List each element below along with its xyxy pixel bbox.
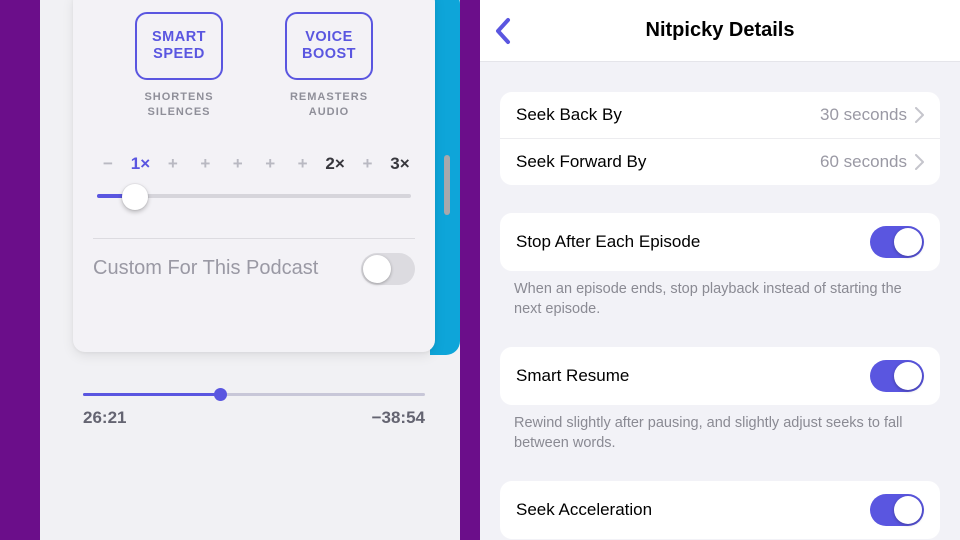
- speed-plus-2[interactable]: +: [194, 154, 216, 174]
- playback-panel: SMART SPEED SHORTENS SILENCES VOICE BOOS…: [0, 0, 480, 540]
- seek-back-row[interactable]: Seek Back By 30 seconds: [500, 92, 940, 139]
- progress-track[interactable]: [83, 393, 425, 396]
- custom-for-podcast-toggle[interactable]: [361, 253, 415, 285]
- seek-accel-label: Seek Acceleration: [516, 500, 652, 520]
- seek-forward-label: Seek Forward By: [516, 152, 646, 172]
- stop-after-section: Stop After Each Episode: [500, 213, 940, 271]
- speed-1x[interactable]: 1×: [129, 154, 151, 174]
- custom-row: Custom For This Podcast: [93, 253, 415, 285]
- voice-boost-caption: REMASTERS AUDIO: [290, 90, 368, 120]
- feature-row: SMART SPEED SHORTENS SILENCES VOICE BOOS…: [93, 12, 415, 120]
- speed-plus-3[interactable]: +: [227, 154, 249, 174]
- card-divider: [93, 238, 415, 239]
- chevron-right-icon: [915, 107, 924, 123]
- scroll-indicator[interactable]: [444, 155, 450, 215]
- seek-forward-value: 60 seconds: [820, 152, 907, 172]
- speed-slider[interactable]: [93, 176, 415, 216]
- stop-after-toggle[interactable]: [870, 226, 924, 258]
- time-remaining: −38:54: [372, 408, 425, 428]
- smart-resume-label: Smart Resume: [516, 366, 629, 386]
- settings-screen: Nitpicky Details Seek Back By 30 seconds…: [480, 0, 960, 540]
- stop-after-row: Stop After Each Episode: [500, 213, 940, 271]
- time-labels: 26:21 −38:54: [83, 408, 425, 428]
- chevron-right-icon: [915, 154, 924, 170]
- smart-resume-note: Rewind slightly after pausing, and sligh…: [514, 413, 930, 453]
- feature-smart-speed: SMART SPEED SHORTENS SILENCES: [124, 12, 234, 120]
- voice-boost-button[interactable]: VOICE BOOST: [285, 12, 373, 80]
- nav-bar: Nitpicky Details: [480, 0, 960, 62]
- page-title: Nitpicky Details: [646, 19, 795, 42]
- speed-plus-4[interactable]: +: [259, 154, 281, 174]
- time-elapsed: 26:21: [83, 408, 126, 428]
- speed-plus-1[interactable]: +: [162, 154, 184, 174]
- progress-fill: [83, 393, 220, 396]
- seek-accel-section: Seek Acceleration: [500, 481, 940, 539]
- custom-for-podcast-label: Custom For This Podcast: [93, 257, 318, 280]
- smart-speed-caption: SHORTENS SILENCES: [144, 90, 213, 120]
- left-surface: SMART SPEED SHORTENS SILENCES VOICE BOOS…: [40, 0, 460, 540]
- stop-after-label: Stop After Each Episode: [516, 232, 700, 252]
- speed-plus-5[interactable]: +: [292, 154, 314, 174]
- back-button[interactable]: [494, 17, 512, 45]
- speed-marks: − 1× + + + + + 2× + 3×: [93, 154, 415, 174]
- progress-area: 26:21 −38:54: [83, 393, 425, 428]
- speed-3x[interactable]: 3×: [389, 154, 411, 174]
- playback-card: SMART SPEED SHORTENS SILENCES VOICE BOOS…: [73, 0, 435, 352]
- seek-accel-row: Seek Acceleration: [500, 481, 940, 539]
- seek-back-label: Seek Back By: [516, 105, 622, 125]
- progress-knob[interactable]: [214, 388, 227, 401]
- seek-section: Seek Back By 30 seconds Seek Forward By …: [500, 92, 940, 185]
- smart-resume-section: Smart Resume: [500, 347, 940, 405]
- seek-back-value: 30 seconds: [820, 105, 907, 125]
- feature-voice-boost: VOICE BOOST REMASTERS AUDIO: [274, 12, 384, 120]
- stop-after-note: When an episode ends, stop playback inst…: [514, 279, 930, 319]
- speed-knob[interactable]: [122, 184, 148, 210]
- speed-plus-6[interactable]: +: [357, 154, 379, 174]
- seek-forward-row[interactable]: Seek Forward By 60 seconds: [500, 139, 940, 185]
- smart-resume-row: Smart Resume: [500, 347, 940, 405]
- smart-resume-toggle[interactable]: [870, 360, 924, 392]
- speed-minus[interactable]: −: [97, 154, 119, 174]
- smart-speed-button[interactable]: SMART SPEED: [135, 12, 223, 80]
- seek-accel-toggle[interactable]: [870, 494, 924, 526]
- chevron-left-icon: [494, 17, 512, 45]
- speed-2x[interactable]: 2×: [324, 154, 346, 174]
